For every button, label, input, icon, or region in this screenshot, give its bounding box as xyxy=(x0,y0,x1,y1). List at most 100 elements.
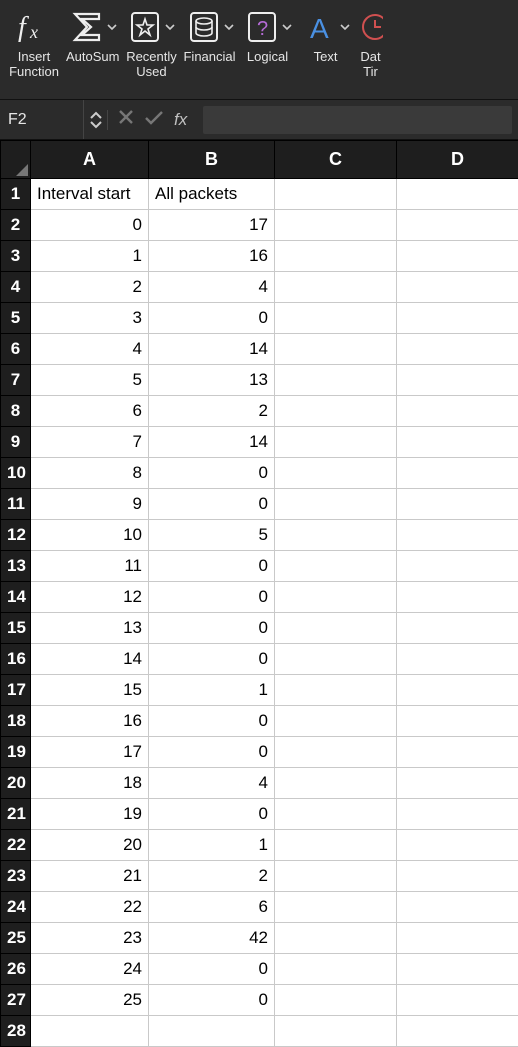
row-header[interactable]: 22 xyxy=(1,830,31,861)
row-header[interactable]: 10 xyxy=(1,458,31,489)
row-header[interactable]: 11 xyxy=(1,489,31,520)
cell-D27[interactable] xyxy=(397,985,518,1016)
col-header-c[interactable]: C xyxy=(275,141,397,179)
cell-A6[interactable]: 4 xyxy=(31,334,149,365)
row-header[interactable]: 24 xyxy=(1,892,31,923)
cell-A10[interactable]: 8 xyxy=(31,458,149,489)
row-header[interactable]: 6 xyxy=(1,334,31,365)
cell-D28[interactable] xyxy=(397,1016,518,1047)
cell-D19[interactable] xyxy=(397,737,518,768)
insert-function-button[interactable]: f x Insert Function xyxy=(6,4,62,82)
row-header[interactable]: 5 xyxy=(1,303,31,334)
select-all-corner[interactable] xyxy=(1,141,31,179)
cell-D25[interactable] xyxy=(397,923,518,954)
row-header[interactable]: 18 xyxy=(1,706,31,737)
cell-C18[interactable] xyxy=(275,706,397,737)
cell-A16[interactable]: 14 xyxy=(31,644,149,675)
cell-C22[interactable] xyxy=(275,830,397,861)
row-header[interactable]: 3 xyxy=(1,241,31,272)
cell-D16[interactable] xyxy=(397,644,518,675)
row-header[interactable]: 4 xyxy=(1,272,31,303)
cell-D1[interactable] xyxy=(397,179,518,210)
cell-C27[interactable] xyxy=(275,985,397,1016)
cell-A22[interactable]: 20 xyxy=(31,830,149,861)
logical-button[interactable]: ? Logical xyxy=(240,4,296,67)
cell-B1[interactable]: All packets xyxy=(149,179,275,210)
cell-C9[interactable] xyxy=(275,427,397,458)
row-header[interactable]: 23 xyxy=(1,861,31,892)
cell-D10[interactable] xyxy=(397,458,518,489)
cell-A19[interactable]: 17 xyxy=(31,737,149,768)
cell-C19[interactable] xyxy=(275,737,397,768)
cell-A26[interactable]: 24 xyxy=(31,954,149,985)
row-header[interactable]: 14 xyxy=(1,582,31,613)
cell-B11[interactable]: 0 xyxy=(149,489,275,520)
row-header[interactable]: 8 xyxy=(1,396,31,427)
cell-B19[interactable]: 0 xyxy=(149,737,275,768)
cell-C20[interactable] xyxy=(275,768,397,799)
cell-C26[interactable] xyxy=(275,954,397,985)
row-header[interactable]: 27 xyxy=(1,985,31,1016)
cell-B12[interactable]: 5 xyxy=(149,520,275,551)
recently-used-button[interactable]: Recently Used xyxy=(123,4,179,82)
row-header[interactable]: 13 xyxy=(1,551,31,582)
row-header[interactable]: 16 xyxy=(1,644,31,675)
row-header[interactable]: 9 xyxy=(1,427,31,458)
cell-C25[interactable] xyxy=(275,923,397,954)
cell-C7[interactable] xyxy=(275,365,397,396)
cell-B27[interactable]: 0 xyxy=(149,985,275,1016)
cell-A13[interactable]: 11 xyxy=(31,551,149,582)
cell-D20[interactable] xyxy=(397,768,518,799)
cell-B26[interactable]: 0 xyxy=(149,954,275,985)
cell-C28[interactable] xyxy=(275,1016,397,1047)
col-header-b[interactable]: B xyxy=(149,141,275,179)
text-button[interactable]: A Text xyxy=(298,4,354,67)
cell-D22[interactable] xyxy=(397,830,518,861)
row-header[interactable]: 1 xyxy=(1,179,31,210)
financial-button[interactable]: Financial xyxy=(181,4,237,67)
cell-A8[interactable]: 6 xyxy=(31,396,149,427)
row-header[interactable]: 28 xyxy=(1,1016,31,1047)
col-header-a[interactable]: A xyxy=(31,141,149,179)
name-box-stepper[interactable] xyxy=(84,110,108,130)
autosum-button[interactable]: AutoSum xyxy=(64,4,121,67)
cell-D4[interactable] xyxy=(397,272,518,303)
cell-D6[interactable] xyxy=(397,334,518,365)
cell-C12[interactable] xyxy=(275,520,397,551)
cell-A23[interactable]: 21 xyxy=(31,861,149,892)
cell-D15[interactable] xyxy=(397,613,518,644)
cell-B16[interactable]: 0 xyxy=(149,644,275,675)
cell-D9[interactable] xyxy=(397,427,518,458)
cancel-formula-button[interactable] xyxy=(118,109,134,130)
cell-A3[interactable]: 1 xyxy=(31,241,149,272)
cell-A5[interactable]: 3 xyxy=(31,303,149,334)
cell-A1[interactable]: Interval start xyxy=(31,179,149,210)
cell-A24[interactable]: 22 xyxy=(31,892,149,923)
cell-B18[interactable]: 0 xyxy=(149,706,275,737)
cell-C10[interactable] xyxy=(275,458,397,489)
cell-A7[interactable]: 5 xyxy=(31,365,149,396)
cell-C11[interactable] xyxy=(275,489,397,520)
cell-D8[interactable] xyxy=(397,396,518,427)
cell-C13[interactable] xyxy=(275,551,397,582)
cell-D24[interactable] xyxy=(397,892,518,923)
row-header[interactable]: 19 xyxy=(1,737,31,768)
cell-B24[interactable]: 6 xyxy=(149,892,275,923)
cell-C8[interactable] xyxy=(275,396,397,427)
cell-C2[interactable] xyxy=(275,210,397,241)
row-header[interactable]: 25 xyxy=(1,923,31,954)
cell-B13[interactable]: 0 xyxy=(149,551,275,582)
row-header[interactable]: 12 xyxy=(1,520,31,551)
cell-B4[interactable]: 4 xyxy=(149,272,275,303)
name-box[interactable]: F2 xyxy=(0,100,84,139)
cell-A27[interactable]: 25 xyxy=(31,985,149,1016)
row-header[interactable]: 2 xyxy=(1,210,31,241)
row-header[interactable]: 17 xyxy=(1,675,31,706)
cell-B17[interactable]: 1 xyxy=(149,675,275,706)
cell-D26[interactable] xyxy=(397,954,518,985)
cell-B25[interactable]: 42 xyxy=(149,923,275,954)
cell-A12[interactable]: 10 xyxy=(31,520,149,551)
cell-C17[interactable] xyxy=(275,675,397,706)
cell-D13[interactable] xyxy=(397,551,518,582)
cell-D3[interactable] xyxy=(397,241,518,272)
